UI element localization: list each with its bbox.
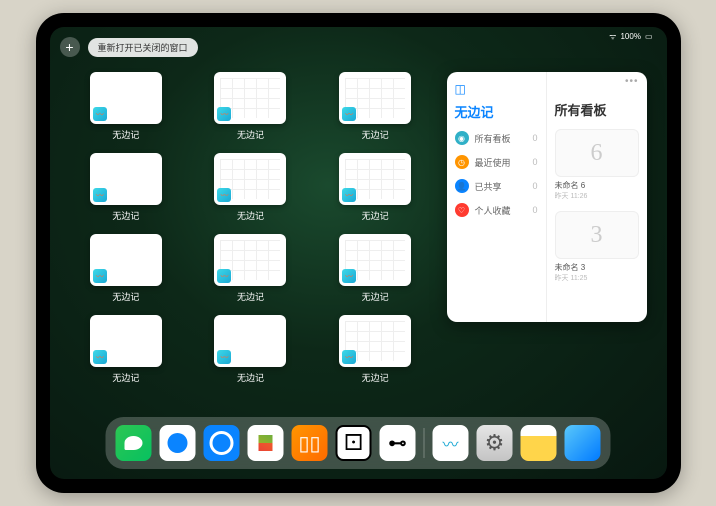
books-app-icon[interactable]: ▯▯: [292, 425, 328, 461]
freeform-icon: [93, 188, 107, 202]
thumb-label: 无边记: [112, 209, 139, 222]
panel-sidebar: ◫ 无边记 ◉ 所有看板 0 ◷ 最近使用 0: [447, 72, 547, 322]
window-thumbnail[interactable]: 无边记: [324, 234, 427, 303]
freeform-app-icon[interactable]: [433, 425, 469, 461]
panel-content: 所有看板 6 未命名 6 昨天 11:26 3 未命名 3 昨天 11:25: [547, 72, 647, 322]
freeform-icon: [93, 350, 107, 364]
freeform-panel[interactable]: ••• ◫ 无边记 ◉ 所有看板 0 ◷ 最近使用 0: [447, 72, 647, 322]
all-boards-icon: ◉: [455, 131, 469, 145]
thumb-label: 无边记: [362, 290, 389, 303]
thumb-label: 无边记: [362, 209, 389, 222]
thumb-label: 无边记: [112, 290, 139, 303]
status-bar: ᯤ 100% ▭: [609, 31, 652, 42]
dock: ▯▯: [106, 417, 611, 469]
thumb-label: 无边记: [362, 128, 389, 141]
dock-separator: [424, 428, 425, 458]
freeform-icon: [217, 269, 231, 283]
screen: ᯤ 100% ▭ + 重新打开已关闭的窗口 无边记 无边记: [50, 27, 667, 479]
heart-icon: ♡: [455, 203, 469, 217]
window-thumbnail[interactable]: 无边记: [75, 72, 178, 141]
person-icon: 👤: [455, 179, 469, 193]
battery-label: 100%: [620, 32, 640, 41]
top-controls: + 重新打开已关闭的窗口: [60, 37, 198, 57]
battery-icon: ▭: [645, 32, 653, 41]
thumb-label: 无边记: [237, 209, 264, 222]
freeform-icon: [93, 269, 107, 283]
window-thumbnail[interactable]: 无边记: [75, 234, 178, 303]
add-button[interactable]: +: [60, 37, 80, 57]
thumb-label: 无边记: [112, 371, 139, 384]
window-thumbnail[interactable]: 无边记: [324, 72, 427, 141]
ipad-frame: ᯤ 100% ▭ + 重新打开已关闭的窗口 无边记 无边记: [36, 13, 681, 493]
app-switcher-grid: 无边记 无边记 无边记 无边记 无边记: [75, 72, 427, 409]
freeform-icon: [93, 107, 107, 121]
window-thumbnail[interactable]: 无边记: [199, 315, 302, 384]
category-count: 0: [532, 133, 537, 143]
window-thumbnail[interactable]: 无边记: [324, 315, 427, 384]
window-thumbnail[interactable]: 无边记: [75, 315, 178, 384]
category-shared[interactable]: 👤 已共享 0: [455, 179, 538, 193]
board-name: 未命名 6: [555, 180, 639, 191]
category-all-boards[interactable]: ◉ 所有看板 0: [455, 131, 538, 145]
wechat-app-icon[interactable]: [116, 425, 152, 461]
category-list: ◉ 所有看板 0 ◷ 最近使用 0 👤 已共享 0: [455, 131, 538, 217]
freeform-icon: [217, 107, 231, 121]
window-thumbnail[interactable]: 无边记: [75, 153, 178, 222]
thumb-label: 无边记: [237, 371, 264, 384]
category-label: 最近使用: [475, 156, 511, 169]
more-icon[interactable]: •••: [625, 76, 639, 87]
category-count: 0: [532, 157, 537, 167]
board-preview: 3: [555, 211, 639, 259]
board-date: 昨天 11:25: [555, 273, 639, 283]
category-recent[interactable]: ◷ 最近使用 0: [455, 155, 538, 169]
freeform-icon: [217, 350, 231, 364]
window-thumbnail[interactable]: 无边记: [199, 153, 302, 222]
notes-app-icon[interactable]: [521, 425, 557, 461]
wifi-icon: ᯤ: [609, 31, 616, 42]
category-favorites[interactable]: ♡ 个人收藏 0: [455, 203, 538, 217]
thumb-label: 无边记: [362, 371, 389, 384]
play-store-app-icon[interactable]: [248, 425, 284, 461]
category-label: 个人收藏: [475, 204, 511, 217]
freeform-icon: [342, 107, 356, 121]
app-library-icon[interactable]: [565, 425, 601, 461]
thumb-label: 无边记: [112, 128, 139, 141]
qq-browser-app-icon[interactable]: [204, 425, 240, 461]
freeform-icon: [217, 188, 231, 202]
category-label: 已共享: [475, 180, 502, 193]
connect-app-icon[interactable]: [380, 425, 416, 461]
dice-app-icon[interactable]: [336, 425, 372, 461]
thumb-label: 无边记: [237, 290, 264, 303]
category-count: 0: [532, 205, 537, 215]
board-item[interactable]: 3 未命名 3 昨天 11:25: [555, 211, 639, 283]
reopen-closed-window-button[interactable]: 重新打开已关闭的窗口: [88, 38, 198, 57]
sidebar-toggle-icon[interactable]: ◫: [455, 82, 538, 96]
window-thumbnail[interactable]: 无边记: [324, 153, 427, 222]
window-thumbnail[interactable]: 无边记: [199, 234, 302, 303]
settings-app-icon[interactable]: [477, 425, 513, 461]
category-label: 所有看板: [475, 132, 511, 145]
board-item[interactable]: 6 未命名 6 昨天 11:26: [555, 129, 639, 201]
clock-icon: ◷: [455, 155, 469, 169]
browser-app-icon[interactable]: [160, 425, 196, 461]
board-preview: 6: [555, 129, 639, 177]
panel-title: 无边记: [455, 102, 538, 121]
freeform-icon: [342, 269, 356, 283]
boards-title: 所有看板: [555, 100, 639, 119]
category-count: 0: [532, 181, 537, 191]
board-date: 昨天 11:26: [555, 191, 639, 201]
freeform-icon: [342, 350, 356, 364]
freeform-icon: [342, 188, 356, 202]
window-thumbnail[interactable]: 无边记: [199, 72, 302, 141]
thumb-label: 无边记: [237, 128, 264, 141]
board-name: 未命名 3: [555, 262, 639, 273]
workspace: 无边记 无边记 无边记 无边记 无边记: [75, 72, 647, 409]
